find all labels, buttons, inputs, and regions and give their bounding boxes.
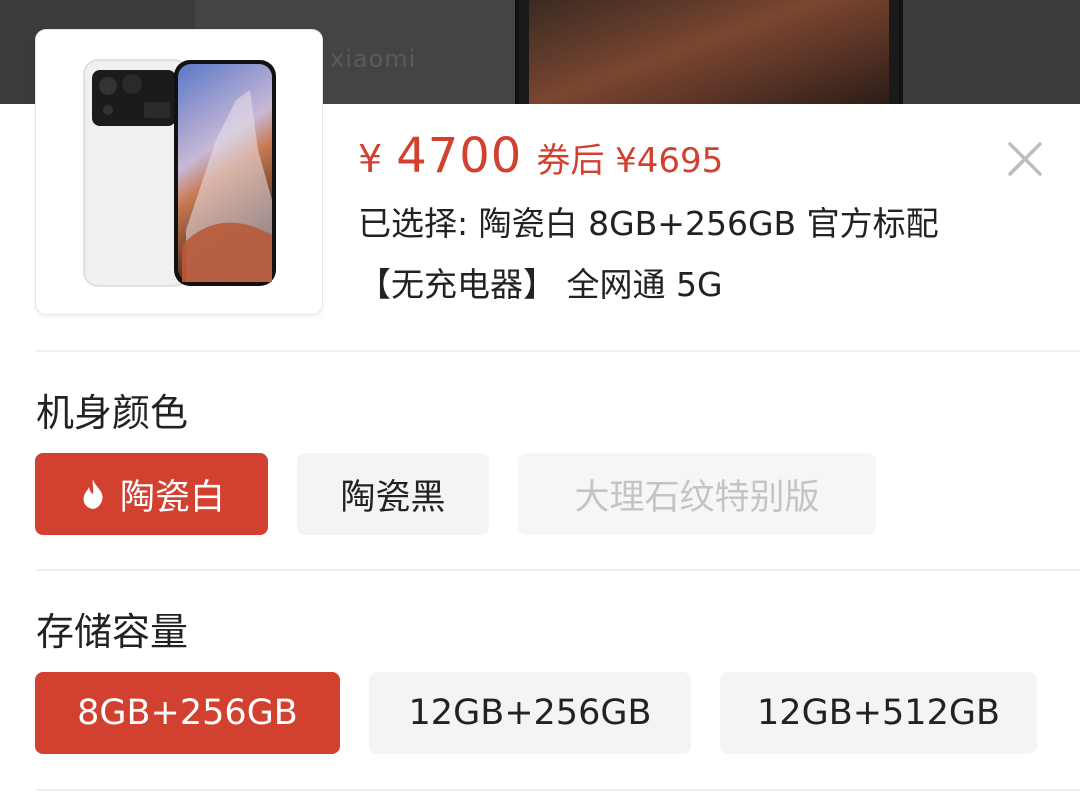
price: 4700 [396,128,523,184]
storage-option-12-512[interactable]: 12GB+512GB [720,672,1037,754]
price-row: ¥ 4700 券后 ¥4695 [358,128,723,188]
product-thumbnail[interactable] [36,30,322,314]
fire-icon [83,479,103,509]
color-option-marble-edition: 大理石纹特别版 [518,453,876,535]
storage-option-label: 12GB+512GB [757,693,1000,733]
phone-image [83,59,276,287]
coupon-price: 券后 ¥4695 [536,141,724,181]
close-icon [1008,142,1042,176]
color-option-label: 陶瓷黑 [340,477,446,518]
color-section-title: 机身颜色 [36,391,189,435]
divider [36,350,1080,352]
background-brand-text: xiaomi [330,45,417,73]
close-button[interactable] [1004,138,1046,180]
divider [36,569,1080,571]
storage-option-label: 12GB+256GB [408,693,652,733]
color-option-label: 陶瓷白 [119,477,225,518]
divider [36,789,1080,791]
storage-option-label: 8GB+256GB [77,693,298,733]
selected-spec-line-1: 已选择: 陶瓷白 8GB+256GB 官方标配 [358,204,939,243]
background-phone-front [515,0,903,104]
color-option-label: 大理石纹特别版 [574,477,820,518]
color-option-ceramic-white[interactable]: 陶瓷白 [35,453,268,535]
storage-option-12-256[interactable]: 12GB+256GB [369,672,691,754]
storage-section-title: 存储容量 [36,610,189,654]
color-option-ceramic-black[interactable]: 陶瓷黑 [297,453,489,535]
storage-option-8-256[interactable]: 8GB+256GB [35,672,340,754]
selected-spec-line-2: 【无充电器】 全网通 5G [358,265,723,304]
currency-symbol: ¥ [358,137,383,181]
